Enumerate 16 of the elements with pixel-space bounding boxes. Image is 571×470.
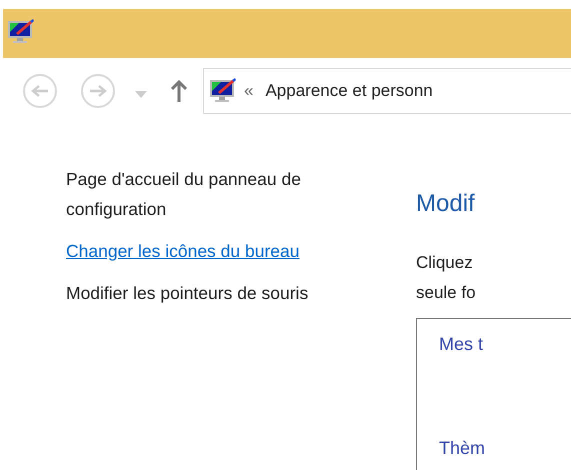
- task-link[interactable]: Page d'accueil du panneau de configuration: [66, 164, 386, 224]
- monitor-icon: [6, 19, 36, 45]
- up-button[interactable]: [171, 80, 187, 102]
- breadcrumb-overflow[interactable]: «: [244, 81, 254, 101]
- group-header: Mes t: [439, 333, 484, 355]
- page-heading: Modif: [416, 189, 476, 219]
- forward-arrow-icon: [89, 84, 107, 98]
- back-arrow-icon: [31, 84, 49, 98]
- description-text: seule fo: [416, 282, 477, 304]
- monitor-icon: [208, 78, 238, 104]
- description-text: Cliquez: [416, 252, 474, 274]
- group-header: Thèm: [439, 437, 486, 459]
- task-link[interactable]: Modifier les pointeurs de souris: [66, 278, 386, 308]
- breadcrumb-item[interactable]: Apparence et personn: [265, 81, 433, 101]
- address-bar[interactable]: « Apparence et personn: [203, 68, 571, 114]
- task-link[interactable]: Changer les icônes du bureau: [66, 236, 386, 266]
